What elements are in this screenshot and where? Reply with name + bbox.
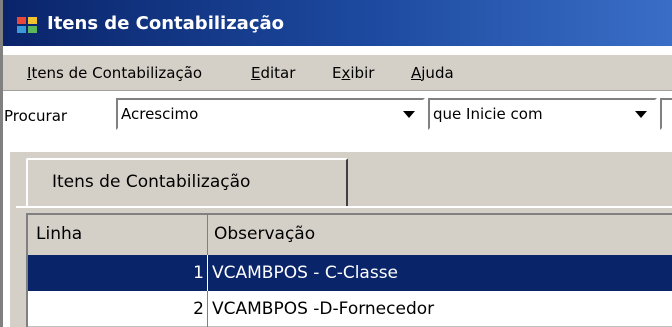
cell-linha: 1 [193,263,204,283]
menu-label: ibir [350,64,375,82]
search-value-input[interactable] [660,98,672,130]
menu-mnemonic: A [411,64,422,82]
grid-header: Linha Observação [28,215,672,256]
cell-separator [207,291,208,327]
cell-separator [207,255,208,291]
chevron-down-icon[interactable] [397,101,421,127]
search-label: Procurar [4,107,68,125]
menu-bar: Itens de Contabilização Editar Exibir Aj… [3,55,672,91]
cell-observacao: VCAMBPOS - C-Classe [212,263,399,283]
title-bar[interactable]: Itens de Contabilização [3,0,672,46]
search-field-value: Acrescimo [121,105,199,123]
table-row[interactable]: 2 VCAMBPOS -D-Fornecedor [28,291,672,327]
menu-editar[interactable]: Editar [251,64,295,82]
column-header-label: Linha [36,224,83,244]
window-title: Itens de Contabilização [47,13,285,34]
items-grid: Linha Observação 1 VCAMBPOS - C-Classe 2… [26,213,672,327]
menu-label: tens de Contabilização [31,64,203,82]
menu-label: ditar [260,64,296,82]
window-left-edge [0,0,3,327]
search-condition-combo[interactable]: que Inicie com [428,98,657,130]
cell-linha: 2 [193,299,204,319]
search-field-combo[interactable]: Acrescimo [116,98,425,130]
cell-observacao: VCAMBPOS -D-Fornecedor [212,299,435,319]
tab-itens-contabilizacao[interactable]: Itens de Contabilização [26,158,348,206]
menu-itens-contabilizacao[interactable]: Itens de Contabilização [27,64,202,82]
column-header-label: Observação [214,224,316,244]
tab-label: Itens de Contabilização [52,172,251,192]
menu-ajuda[interactable]: Ajuda [411,64,454,82]
column-header-observacao[interactable]: Observação [208,215,672,255]
column-header-linha[interactable]: Linha [28,215,208,255]
chevron-down-icon[interactable] [629,101,653,127]
search-bar: Procurar Acrescimo que Inicie com [3,92,672,140]
menu-exibir[interactable]: Exibir [332,64,374,82]
search-condition-value: que Inicie com [433,105,543,123]
menu-label: juda [421,64,454,82]
tab-baseline [16,206,672,208]
table-row[interactable]: 1 VCAMBPOS - C-Classe [28,255,672,291]
app-blocks-icon [17,17,37,33]
